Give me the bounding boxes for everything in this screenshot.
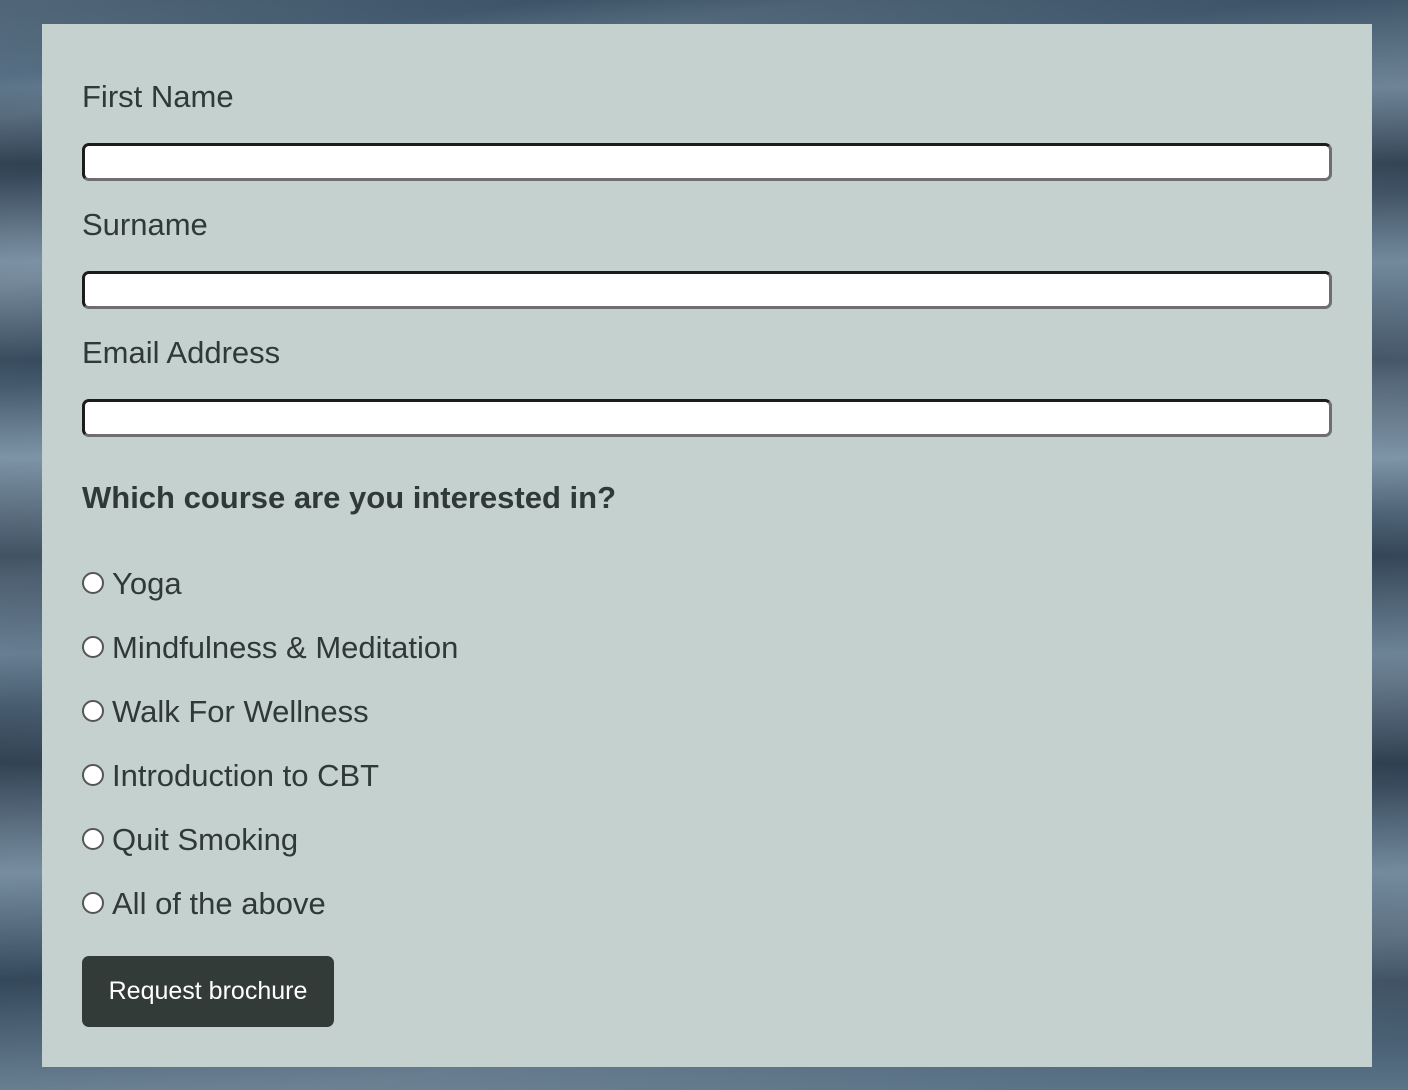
- course-option-quit-smoking[interactable]: Quit Smoking: [82, 821, 298, 857]
- surname-label: Surname: [82, 207, 208, 242]
- radio-button[interactable]: [82, 892, 104, 914]
- radio-button[interactable]: [82, 572, 104, 594]
- course-option-label: All of the above: [112, 885, 326, 921]
- course-option-label: Yoga: [112, 565, 182, 601]
- course-option-label: Introduction to CBT: [112, 757, 380, 793]
- course-option-mindfulness-meditation[interactable]: Mindfulness & Meditation: [82, 629, 458, 665]
- course-option-label: Quit Smoking: [112, 821, 299, 857]
- request-brochure-button[interactable]: Request brochure: [82, 956, 334, 1027]
- first-name-input[interactable]: [82, 143, 1332, 181]
- course-option-label: Mindfulness & Meditation: [112, 629, 459, 665]
- course-option-label: Walk For Wellness: [112, 693, 369, 729]
- email-address-label: Email Address: [82, 335, 281, 370]
- radio-button[interactable]: [82, 828, 104, 850]
- radio-button[interactable]: [82, 764, 104, 786]
- course-option-introduction-to-cbt[interactable]: Introduction to CBT: [82, 757, 379, 793]
- surname-input[interactable]: [82, 271, 1332, 309]
- course-option-yoga[interactable]: Yoga: [82, 565, 182, 601]
- radio-button[interactable]: [82, 700, 104, 722]
- email-address-input[interactable]: [82, 399, 1332, 437]
- radio-button[interactable]: [82, 636, 104, 658]
- course-question-heading: Which course are you interested in?: [82, 480, 617, 515]
- page-background: { "form": { "fields": [ {"label": "First…: [0, 0, 1408, 1090]
- brochure-request-form: First Name Surname Email Address Which c…: [42, 24, 1372, 1067]
- course-option-walk-for-wellness[interactable]: Walk For Wellness: [82, 693, 369, 729]
- first-name-label: First Name: [82, 79, 234, 114]
- course-option-all-of-the-above[interactable]: All of the above: [82, 885, 326, 921]
